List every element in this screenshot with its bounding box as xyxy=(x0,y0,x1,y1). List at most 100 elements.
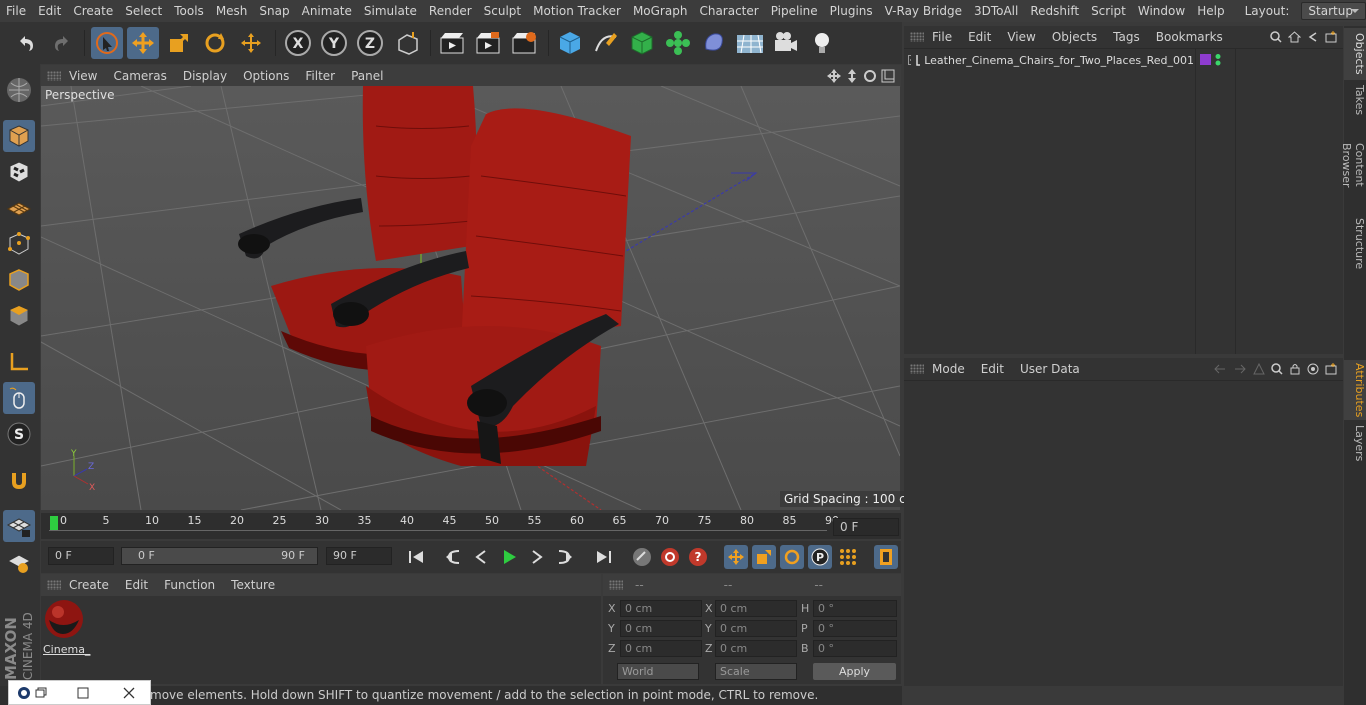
go-to-end-icon[interactable] xyxy=(592,545,616,569)
menu-create[interactable]: Create xyxy=(67,0,119,22)
move-tool-icon[interactable] xyxy=(127,27,159,59)
layer-color-badge[interactable] xyxy=(1200,54,1211,65)
menu-render[interactable]: Render xyxy=(423,0,478,22)
tab-content-browser[interactable]: Content Browser xyxy=(1340,120,1366,210)
menu-motion-tracker[interactable]: Motion Tracker xyxy=(527,0,627,22)
search-icon[interactable] xyxy=(1270,31,1282,43)
menu-3dtoall[interactable]: 3DToAll xyxy=(968,0,1024,22)
restore-window-icon[interactable] xyxy=(35,687,47,699)
end-frame-field[interactable]: 90 F xyxy=(326,547,392,565)
tab-attributes[interactable]: Attributes xyxy=(1344,360,1366,420)
cloner-icon[interactable] xyxy=(662,27,694,59)
objects-menu-view[interactable]: View xyxy=(999,30,1043,44)
lock-workplane-icon[interactable] xyxy=(3,510,35,542)
render-settings-icon[interactable] xyxy=(508,27,540,59)
zoom-view-icon[interactable] xyxy=(845,69,859,83)
back-icon[interactable] xyxy=(1307,31,1319,43)
planar-workplane-icon[interactable] xyxy=(3,546,35,578)
menu-window[interactable]: Window xyxy=(1132,0,1191,22)
menu-file[interactable]: File xyxy=(0,0,32,22)
make-editable-icon[interactable] xyxy=(3,74,35,106)
menu-script[interactable]: Script xyxy=(1085,0,1132,22)
transform-tool-icon[interactable] xyxy=(235,27,267,59)
next-frame-icon[interactable] xyxy=(525,545,549,569)
close-window-icon[interactable] xyxy=(123,687,135,699)
model-mode-icon[interactable] xyxy=(3,120,35,152)
viewport-menu-options[interactable]: Options xyxy=(235,69,297,83)
live-selection-icon[interactable] xyxy=(91,27,123,59)
coord-position-field[interactable]: 0 cm xyxy=(620,640,702,657)
edges-mode-icon[interactable] xyxy=(3,264,35,296)
timeline-playhead[interactable] xyxy=(50,516,58,530)
cube-primitive-icon[interactable] xyxy=(554,27,586,59)
visibility-dots-icon[interactable] xyxy=(1214,53,1222,67)
redo-icon[interactable] xyxy=(46,27,78,59)
coord-size-field[interactable]: 0 cm xyxy=(715,600,797,617)
maximize-window-icon[interactable] xyxy=(77,687,89,699)
subdivision-surface-icon[interactable] xyxy=(626,27,658,59)
maximize-view-icon[interactable] xyxy=(881,69,895,83)
new-view-icon[interactable] xyxy=(1325,31,1337,43)
deformer-icon[interactable] xyxy=(698,27,730,59)
key-rotation-icon[interactable] xyxy=(780,545,804,569)
object-row[interactable]: 0 Leather_Cinema_Chairs_for_Two_Places_R… xyxy=(908,52,1194,68)
material-menu-function[interactable]: Function xyxy=(156,578,223,592)
menu-select[interactable]: Select xyxy=(119,0,168,22)
viewport-menu-display[interactable]: Display xyxy=(175,69,235,83)
current-frame-field[interactable]: 0 F xyxy=(833,518,899,536)
scale-tool-icon[interactable] xyxy=(163,27,195,59)
objects-menu-file[interactable]: File xyxy=(924,30,960,44)
viewport-menu-panel[interactable]: Panel xyxy=(343,69,391,83)
previous-key-icon[interactable] xyxy=(441,545,465,569)
menu-tools[interactable]: Tools xyxy=(168,0,210,22)
apply-button[interactable]: Apply xyxy=(813,663,896,680)
coord-size-field[interactable]: 0 cm xyxy=(715,640,797,657)
menu-character[interactable]: Character xyxy=(693,0,764,22)
key-parameter-icon[interactable]: P xyxy=(808,545,832,569)
pen-spline-icon[interactable] xyxy=(590,27,622,59)
timeline-ruler[interactable]: 0 5 10 15 20 25 30 35 40 45 50 55 60 65 70 75 80 85 90 xyxy=(41,513,901,539)
texture-mode-icon[interactable] xyxy=(3,156,35,188)
previous-frame-icon[interactable] xyxy=(469,545,493,569)
coord-position-field[interactable]: 0 cm xyxy=(620,620,702,637)
coordinate-system-dropdown[interactable]: World xyxy=(617,663,699,680)
tab-takes[interactable]: Takes xyxy=(1344,82,1366,118)
menu-snap[interactable]: Snap xyxy=(253,0,295,22)
record-keys-icon[interactable] xyxy=(630,545,654,569)
rotate-tool-icon[interactable] xyxy=(199,27,231,59)
material-swatch[interactable]: Cinema_ xyxy=(43,598,90,656)
y-axis-lock-icon[interactable]: Y xyxy=(318,27,350,59)
attributes-menu-mode[interactable]: Mode xyxy=(924,362,973,376)
menu-vray-bridge[interactable]: V-Ray Bridge xyxy=(879,0,968,22)
snap-icon[interactable]: S xyxy=(3,418,35,450)
coordinate-system-icon[interactable] xyxy=(392,27,424,59)
home-icon[interactable] xyxy=(1288,31,1301,43)
play-forward-icon[interactable] xyxy=(497,545,521,569)
floor-environment-icon[interactable] xyxy=(734,27,766,59)
viewport-menu-cameras[interactable]: Cameras xyxy=(105,69,174,83)
menu-redshift[interactable]: Redshift xyxy=(1024,0,1085,22)
next-key-icon[interactable] xyxy=(553,545,577,569)
undo-icon[interactable] xyxy=(10,27,42,59)
z-axis-lock-icon[interactable]: Z xyxy=(354,27,386,59)
workplane-mode-icon[interactable] xyxy=(3,192,35,224)
material-menu-texture[interactable]: Texture xyxy=(223,578,283,592)
camera-icon[interactable] xyxy=(770,27,802,59)
objects-menu-tags[interactable]: Tags xyxy=(1105,30,1148,44)
x-axis-lock-icon[interactable]: X xyxy=(282,27,314,59)
up-arrow-icon[interactable] xyxy=(1253,363,1265,375)
objects-menu-bookmarks[interactable]: Bookmarks xyxy=(1148,30,1231,44)
key-position-icon[interactable] xyxy=(724,545,748,569)
3d-viewport[interactable]: Y Z X xyxy=(41,86,900,510)
render-picture-viewer-icon[interactable] xyxy=(472,27,504,59)
menu-simulate[interactable]: Simulate xyxy=(358,0,423,22)
menu-animate[interactable]: Animate xyxy=(296,0,358,22)
expand-icon[interactable] xyxy=(908,55,912,65)
pan-view-icon[interactable] xyxy=(827,69,841,83)
light-icon[interactable] xyxy=(806,27,838,59)
menu-help[interactable]: Help xyxy=(1191,0,1230,22)
start-frame-field[interactable]: 0 F xyxy=(48,547,114,565)
tab-layers[interactable]: Layers xyxy=(1344,424,1366,462)
coord-position-field[interactable]: 0 cm xyxy=(620,600,702,617)
keyframe-selection-icon[interactable]: ? xyxy=(686,545,710,569)
